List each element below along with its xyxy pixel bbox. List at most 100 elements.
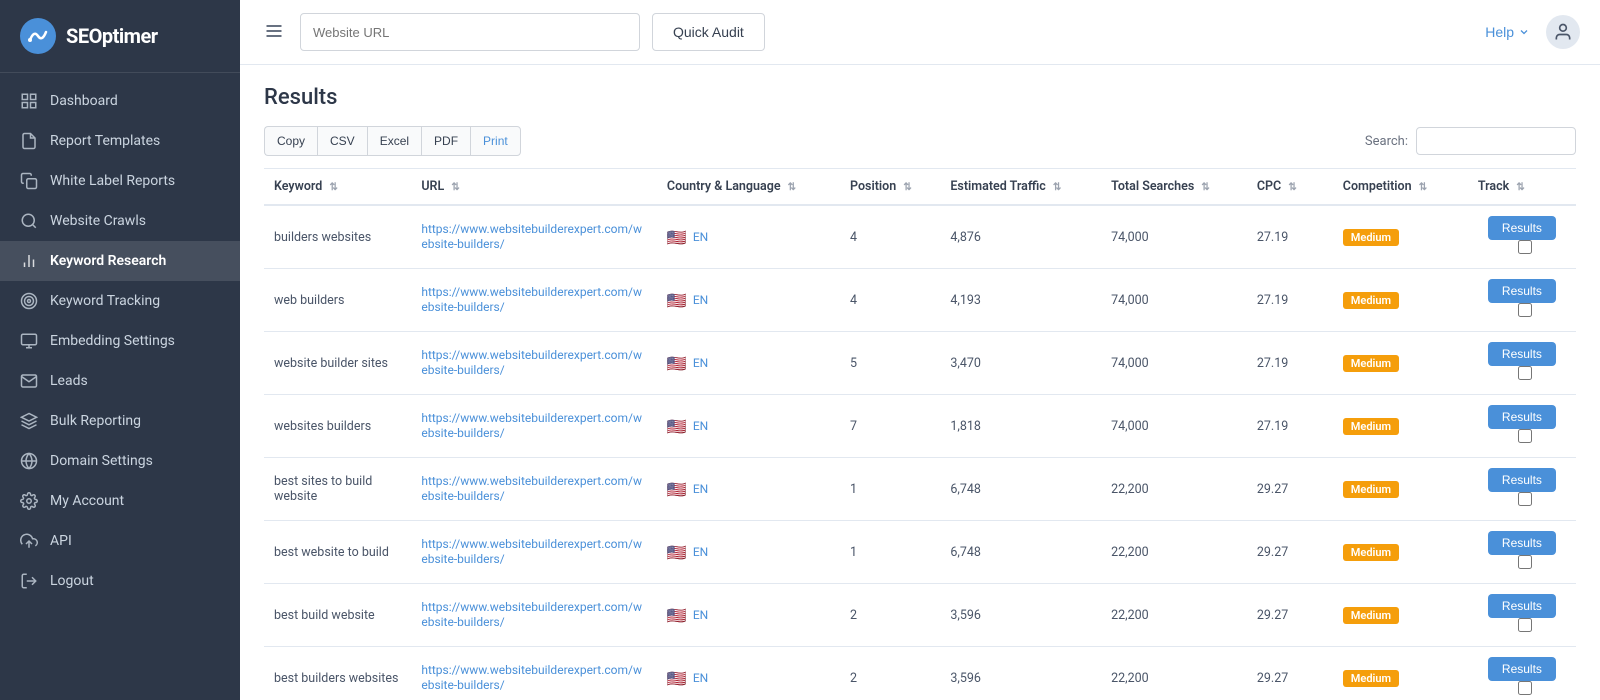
sidebar-item-api[interactable]: API [0, 521, 240, 561]
sidebar-item-dashboard[interactable]: Dashboard [0, 81, 240, 121]
sidebar-navigation: Dashboard Report Templates White Label R… [0, 73, 240, 700]
sidebar-item-bulk-reporting[interactable]: Bulk Reporting [0, 401, 240, 441]
copy-button[interactable]: Copy [264, 126, 317, 156]
col-header-position[interactable]: Position ⇅ [840, 169, 940, 206]
position-cell: 2 [840, 647, 940, 700]
country-cell: 🇺🇸 EN [657, 521, 840, 584]
logout-icon [20, 572, 38, 590]
search-label: Search: [1365, 134, 1408, 149]
sidebar-item-keyword-research[interactable]: Keyword Research [0, 241, 240, 281]
col-header-url[interactable]: URL ⇅ [411, 169, 657, 206]
col-header-cpc[interactable]: CPC ⇅ [1247, 169, 1333, 206]
url-cell: https://www.websitebuilderexpert.com/web… [411, 521, 657, 584]
col-header-track[interactable]: Track ⇅ [1468, 169, 1576, 206]
competition-cell: Medium [1333, 205, 1468, 269]
sidebar-item-my-account-label: My Account [50, 493, 124, 509]
col-header-country[interactable]: Country & Language ⇅ [657, 169, 840, 206]
track-checkbox[interactable] [1518, 240, 1532, 254]
cpc-cell: 29.27 [1247, 458, 1333, 521]
col-header-searches[interactable]: Total Searches ⇅ [1101, 169, 1247, 206]
flag-icon: 🇺🇸 [667, 480, 687, 499]
print-button[interactable]: Print [470, 126, 521, 156]
sidebar-item-domain-settings[interactable]: Domain Settings [0, 441, 240, 481]
col-header-keyword[interactable]: Keyword ⇅ [264, 169, 411, 206]
pdf-button[interactable]: PDF [421, 126, 470, 156]
sidebar-item-logout[interactable]: Logout [0, 561, 240, 601]
table-header: Keyword ⇅ URL ⇅ Country & Language ⇅ Pos… [264, 169, 1576, 206]
col-header-traffic[interactable]: Estimated Traffic ⇅ [940, 169, 1101, 206]
position-cell: 7 [840, 395, 940, 458]
searches-cell: 74,000 [1101, 269, 1247, 332]
help-button[interactable]: Help [1485, 24, 1530, 40]
sidebar-item-report-templates[interactable]: Report Templates [0, 121, 240, 161]
results-button[interactable]: Results [1488, 342, 1556, 366]
user-avatar[interactable] [1546, 15, 1580, 49]
track-checkbox[interactable] [1518, 429, 1532, 443]
competition-badge: Medium [1343, 481, 1399, 498]
sort-icon-cpc: ⇅ [1288, 182, 1296, 193]
table-body: builders websites https://www.websitebui… [264, 205, 1576, 700]
sidebar-item-keyword-research-label: Keyword Research [50, 253, 166, 269]
logo-text: SEOptimer [66, 24, 158, 48]
results-button[interactable]: Results [1488, 405, 1556, 429]
excel-button[interactable]: Excel [367, 126, 421, 156]
sort-icon-keyword: ⇅ [329, 182, 337, 193]
track-checkbox[interactable] [1518, 681, 1532, 695]
table-row: best builders websites https://www.websi… [264, 647, 1576, 700]
traffic-cell: 4,876 [940, 205, 1101, 269]
searches-cell: 22,200 [1101, 584, 1247, 647]
traffic-cell: 6,748 [940, 458, 1101, 521]
flag-icon: 🇺🇸 [667, 228, 687, 247]
track-cell: Results [1468, 395, 1576, 458]
keyword-cell: web builders [264, 269, 411, 332]
results-button[interactable]: Results [1488, 216, 1556, 240]
table-row: websites builders https://www.websitebui… [264, 395, 1576, 458]
results-button[interactable]: Results [1488, 657, 1556, 681]
track-cell: Results [1468, 332, 1576, 395]
sidebar-item-website-crawls[interactable]: Website Crawls [0, 201, 240, 241]
csv-button[interactable]: CSV [317, 126, 367, 156]
position-cell: 5 [840, 332, 940, 395]
results-button[interactable]: Results [1488, 531, 1556, 555]
country-cell: 🇺🇸 EN [657, 647, 840, 700]
sidebar-item-keyword-tracking[interactable]: Keyword Tracking [0, 281, 240, 321]
url-cell: https://www.websitebuilderexpert.com/web… [411, 332, 657, 395]
track-checkbox[interactable] [1518, 618, 1532, 632]
track-cell: Results [1468, 584, 1576, 647]
cpc-cell: 27.19 [1247, 332, 1333, 395]
sidebar-item-embedding-settings-label: Embedding Settings [50, 333, 175, 349]
results-button[interactable]: Results [1488, 594, 1556, 618]
position-cell: 2 [840, 584, 940, 647]
track-checkbox[interactable] [1518, 303, 1532, 317]
quick-audit-button[interactable]: Quick Audit [652, 13, 765, 51]
searches-cell: 74,000 [1101, 205, 1247, 269]
url-cell: https://www.websitebuilderexpert.com/web… [411, 458, 657, 521]
sidebar-item-report-templates-label: Report Templates [50, 133, 160, 149]
flag-icon: 🇺🇸 [667, 543, 687, 562]
track-checkbox[interactable] [1518, 555, 1532, 569]
sidebar-item-leads[interactable]: Leads [0, 361, 240, 401]
results-table: Keyword ⇅ URL ⇅ Country & Language ⇅ Pos… [264, 168, 1576, 700]
file-icon [20, 132, 38, 150]
search-area: Search: [1365, 127, 1576, 155]
table-row: web builders https://www.websitebuildere… [264, 269, 1576, 332]
logo[interactable]: SEOptimer [0, 0, 240, 73]
table-row: best build website https://www.websitebu… [264, 584, 1576, 647]
searches-cell: 22,200 [1101, 458, 1247, 521]
flag-icon: 🇺🇸 [667, 291, 687, 310]
results-button[interactable]: Results [1488, 279, 1556, 303]
track-checkbox[interactable] [1518, 492, 1532, 506]
col-header-competition[interactable]: Competition ⇅ [1333, 169, 1468, 206]
results-button[interactable]: Results [1488, 468, 1556, 492]
search-input[interactable] [1416, 127, 1576, 155]
track-checkbox[interactable] [1518, 366, 1532, 380]
sidebar-item-logout-label: Logout [50, 573, 94, 589]
monitor-icon [20, 332, 38, 350]
hamburger-button[interactable] [260, 17, 288, 48]
sidebar-item-my-account[interactable]: My Account [0, 481, 240, 521]
sidebar-item-white-label[interactable]: White Label Reports [0, 161, 240, 201]
table-row: best website to build https://www.websit… [264, 521, 1576, 584]
sidebar-item-embedding-settings[interactable]: Embedding Settings [0, 321, 240, 361]
position-cell: 1 [840, 458, 940, 521]
url-input[interactable] [300, 13, 640, 51]
